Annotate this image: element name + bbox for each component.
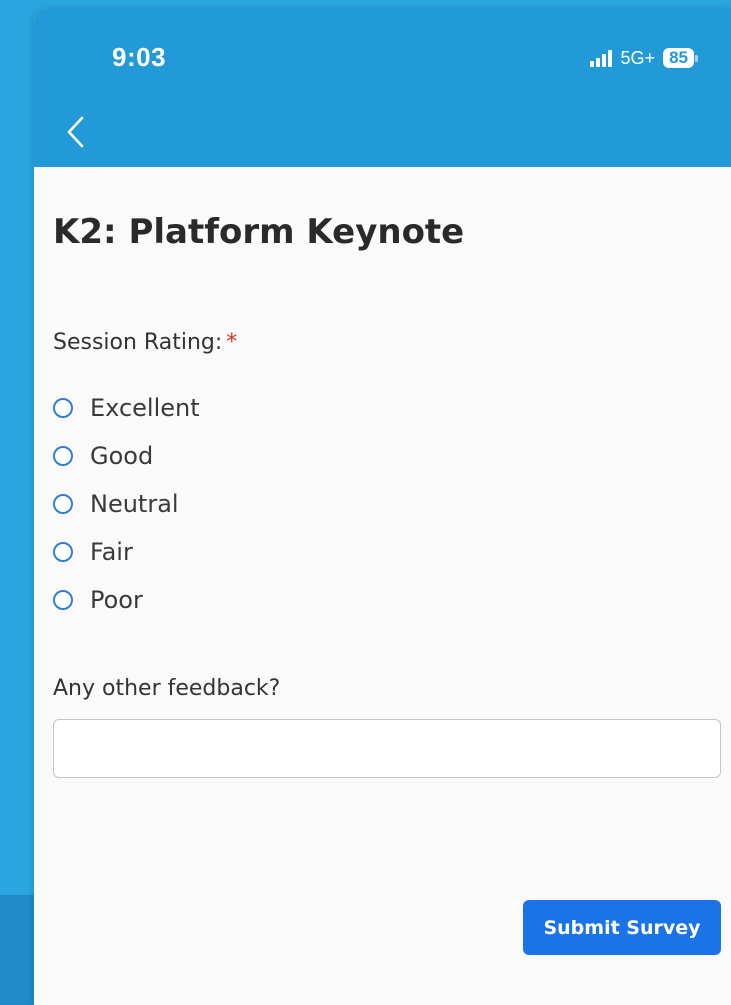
feedback-input[interactable]: [53, 719, 721, 778]
required-asterisk: *: [226, 330, 238, 355]
rating-option-excellent[interactable]: Excellent: [53, 388, 200, 428]
radio-button-icon[interactable]: [53, 398, 73, 418]
rating-option-fair[interactable]: Fair: [53, 532, 133, 572]
radio-button-icon[interactable]: [53, 590, 73, 610]
submit-survey-button[interactable]: Submit Survey: [523, 900, 721, 955]
radio-button-icon[interactable]: [53, 494, 73, 514]
status-indicators: 5G+ 85: [589, 46, 698, 70]
network-type: 5G+: [620, 47, 656, 68]
survey-sheet: 9:03 5G+ 85 K2: Platform Keynote Session…: [34, 8, 731, 1005]
page-title: K2: Platform Keynote: [53, 212, 465, 252]
battery-icon: 85: [663, 48, 698, 68]
session-rating-label: Session Rating: *: [53, 330, 237, 355]
back-button[interactable]: [62, 112, 92, 152]
background-panel: [0, 895, 34, 1005]
battery-tip: [695, 54, 698, 62]
rating-option-label: Fair: [90, 538, 133, 566]
rating-option-label: Neutral: [90, 490, 179, 518]
session-rating-text: Session Rating:: [53, 330, 223, 355]
chevron-left-icon: [67, 116, 84, 148]
battery-level: 85: [663, 48, 694, 68]
rating-option-label: Poor: [90, 586, 143, 614]
rating-option-label: Good: [90, 442, 154, 470]
rating-option-good[interactable]: Good: [53, 436, 153, 476]
signal-icon: [589, 49, 614, 67]
rating-option-poor[interactable]: Poor: [53, 580, 143, 620]
feedback-label: Any other feedback?: [53, 676, 281, 701]
rating-option-label: Excellent: [90, 394, 200, 422]
status-time: 9:03: [112, 42, 167, 72]
radio-button-icon[interactable]: [53, 542, 73, 562]
rating-option-neutral[interactable]: Neutral: [53, 484, 179, 524]
header-bar: 9:03 5G+ 85: [34, 8, 731, 167]
radio-button-icon[interactable]: [53, 446, 73, 466]
